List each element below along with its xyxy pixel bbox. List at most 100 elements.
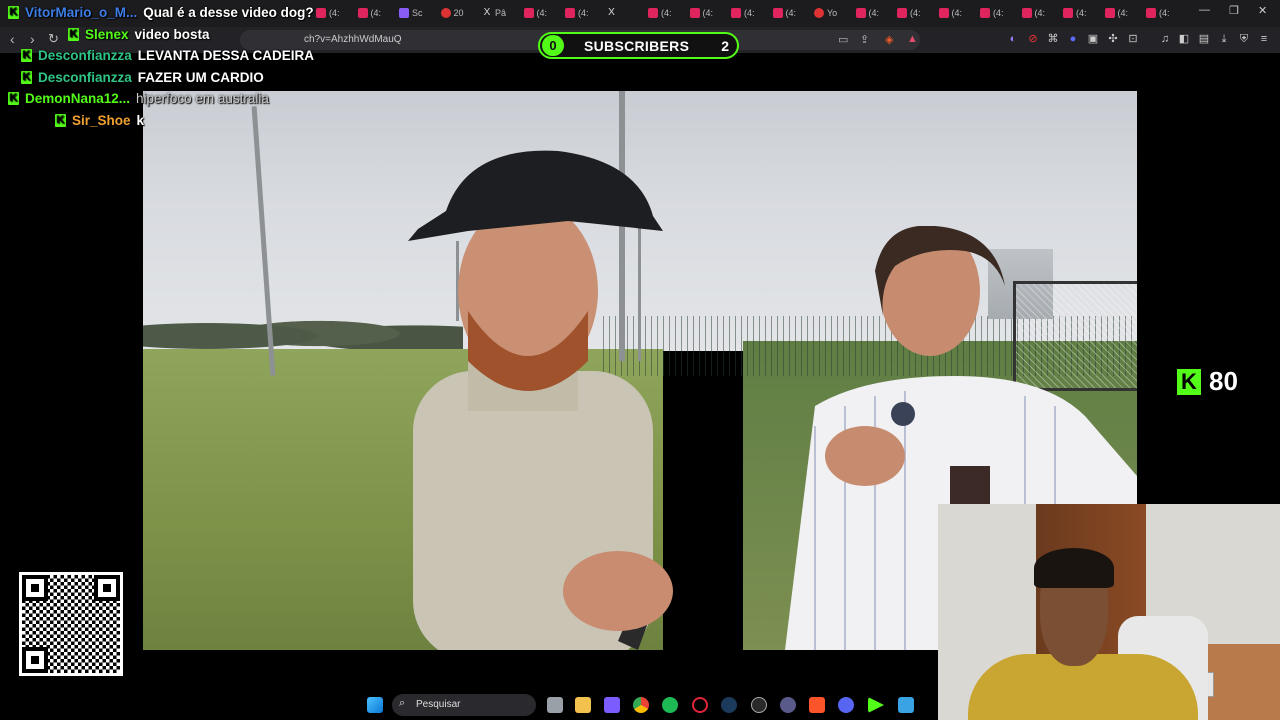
- browser-tab[interactable]: 20: [440, 4, 464, 22]
- chat-message: K Desconfianzza LEVANTA DESSA CADEIRA: [21, 48, 314, 63]
- youtube-icon: [523, 8, 534, 18]
- brave-icon[interactable]: [809, 697, 825, 713]
- browser-tab[interactable]: (4:: [1063, 4, 1087, 22]
- browser-tab[interactable]: (4:: [980, 4, 1004, 22]
- brave-shield-icon[interactable]: ◈: [885, 33, 893, 46]
- browser-tab[interactable]: X Pâ: [482, 4, 506, 22]
- browser-tab[interactable]: (4:: [1146, 4, 1170, 22]
- browser-tab[interactable]: (4:: [855, 4, 879, 22]
- browser-tab[interactable]: (4:: [938, 4, 963, 22]
- chat-username[interactable]: Slenex: [85, 27, 129, 42]
- browser-tab[interactable]: (4:: [772, 4, 797, 22]
- windows-taskbar: ⌕ Pesquisar: [355, 690, 935, 720]
- youtube-icon: [1063, 8, 1073, 18]
- subscriber-label: SUBSCRIBERS: [584, 38, 690, 54]
- screen-cast-icon[interactable]: ▭: [838, 33, 848, 46]
- media-icon[interactable]: ♫: [1159, 33, 1171, 45]
- taskbar-search-placeholder: Pesquisar: [416, 699, 461, 710]
- search-icon: ⌕: [399, 697, 406, 709]
- close-window-button[interactable]: ✕: [1258, 4, 1267, 17]
- reload-button[interactable]: ↻: [48, 31, 59, 47]
- browser-tab-label: Pâ: [495, 8, 507, 18]
- chat-username[interactable]: DemonNana12...: [25, 91, 130, 106]
- kick-badge-icon: K: [8, 6, 19, 19]
- puzzle-icon[interactable]: ✣: [1107, 33, 1119, 45]
- browser-tab-label: (4:: [578, 8, 589, 18]
- chrome-icon[interactable]: [633, 697, 649, 713]
- site-icon: [440, 8, 451, 18]
- vpn-icon[interactable]: ⛨: [1238, 33, 1250, 45]
- app-grid-icon[interactable]: [604, 697, 620, 713]
- play-app-icon[interactable]: [868, 697, 884, 713]
- forward-button[interactable]: ›: [30, 31, 35, 47]
- youtube-icon: [357, 8, 368, 18]
- qr-finder-pattern: [22, 575, 48, 601]
- kick-badge-icon: K: [8, 92, 19, 105]
- browser-tab-label: (4:: [1159, 8, 1170, 18]
- taskbar-search-box[interactable]: ⌕ Pesquisar: [392, 694, 536, 716]
- task-view-icon[interactable]: [547, 697, 563, 713]
- chat-username[interactable]: VitorMario_o_M...: [25, 5, 137, 20]
- youtube-icon: [897, 8, 907, 18]
- browser-tab-label: (4:: [785, 8, 797, 18]
- chat-username[interactable]: Desconfianzza: [38, 70, 132, 85]
- chat-username[interactable]: Desconfianzza: [38, 48, 132, 63]
- browser-tab[interactable]: X: [607, 4, 620, 22]
- screenshot-icon[interactable]: ⊡: [1127, 33, 1139, 45]
- opera-icon[interactable]: [692, 697, 708, 713]
- share-icon[interactable]: ⇪: [860, 33, 869, 46]
- extension-3-icon[interactable]: ⌘: [1047, 33, 1059, 45]
- youtube-icon: [772, 8, 783, 18]
- browser-tab[interactable]: Sc: [399, 4, 423, 22]
- browser-tab-label: Sc: [412, 8, 423, 18]
- chat-message: K Desconfianzza FAZER UM CARDIO: [21, 70, 264, 85]
- steam-icon[interactable]: [721, 697, 737, 713]
- menu-icon[interactable]: ≡: [1258, 33, 1270, 45]
- sidebar-icon[interactable]: ◧: [1178, 33, 1190, 45]
- obs-icon[interactable]: [751, 697, 767, 713]
- extension-4-icon[interactable]: ●: [1067, 33, 1079, 45]
- youtube-icon: [980, 8, 990, 18]
- browser-tab[interactable]: (4:: [316, 4, 340, 22]
- browser-tab-label: (4:: [661, 8, 672, 18]
- browser-tab[interactable]: (4:: [357, 4, 381, 22]
- browser-tab[interactable]: Yo: [814, 4, 837, 22]
- browser-tab[interactable]: (4:: [731, 4, 755, 22]
- youtube-icon: [855, 8, 866, 18]
- app-circle-icon[interactable]: [780, 697, 796, 713]
- download-icon[interactable]: ⤓: [1218, 33, 1230, 45]
- windows-start-icon[interactable]: [367, 697, 383, 713]
- back-button[interactable]: ‹: [10, 31, 15, 47]
- chat-message-text: hiperfoco em australia: [136, 91, 269, 106]
- extension-1-icon[interactable]: ◐: [1007, 33, 1019, 45]
- browser-tab[interactable]: (4:: [1104, 4, 1129, 22]
- browser-tab-label: (4:: [744, 8, 755, 18]
- browser-tab[interactable]: (4:: [523, 4, 547, 22]
- browser-tab[interactable]: (4:: [1021, 4, 1045, 22]
- browser-tab-label: Yo: [827, 8, 838, 18]
- kick-badge-icon: K: [68, 28, 79, 41]
- browser-tab[interactable]: (4:: [565, 4, 589, 22]
- kick-badge-icon: K: [21, 49, 32, 62]
- file-explorer-icon[interactable]: [575, 697, 591, 713]
- browser-tab-label: (4:: [1117, 8, 1129, 18]
- brave-rewards-icon[interactable]: ▲: [907, 33, 918, 45]
- chat-username[interactable]: Sir_Shoe: [72, 113, 131, 128]
- wallet-icon[interactable]: ▤: [1198, 33, 1210, 45]
- spotify-icon[interactable]: [662, 697, 678, 713]
- restore-button[interactable]: ❐: [1229, 4, 1239, 17]
- discord-icon[interactable]: [838, 697, 854, 713]
- minimize-button[interactable]: —: [1199, 4, 1210, 16]
- youtube-icon: [316, 8, 326, 18]
- kick-logo-icon: K: [1177, 368, 1201, 395]
- browser-tab[interactable]: (4:: [689, 4, 713, 22]
- browser-tab[interactable]: (4:: [648, 4, 672, 22]
- extension-5-icon[interactable]: ▣: [1087, 33, 1099, 45]
- browser-tab-label: (4:: [951, 8, 963, 18]
- extension-2-icon[interactable]: ⊘: [1027, 33, 1039, 45]
- chat-message: K Slenex video bosta: [68, 27, 210, 42]
- streamer-hair: [1034, 548, 1114, 588]
- browser-tab[interactable]: (4:: [897, 4, 921, 22]
- notepad-icon[interactable]: [898, 697, 914, 713]
- youtube-icon: [1146, 8, 1156, 18]
